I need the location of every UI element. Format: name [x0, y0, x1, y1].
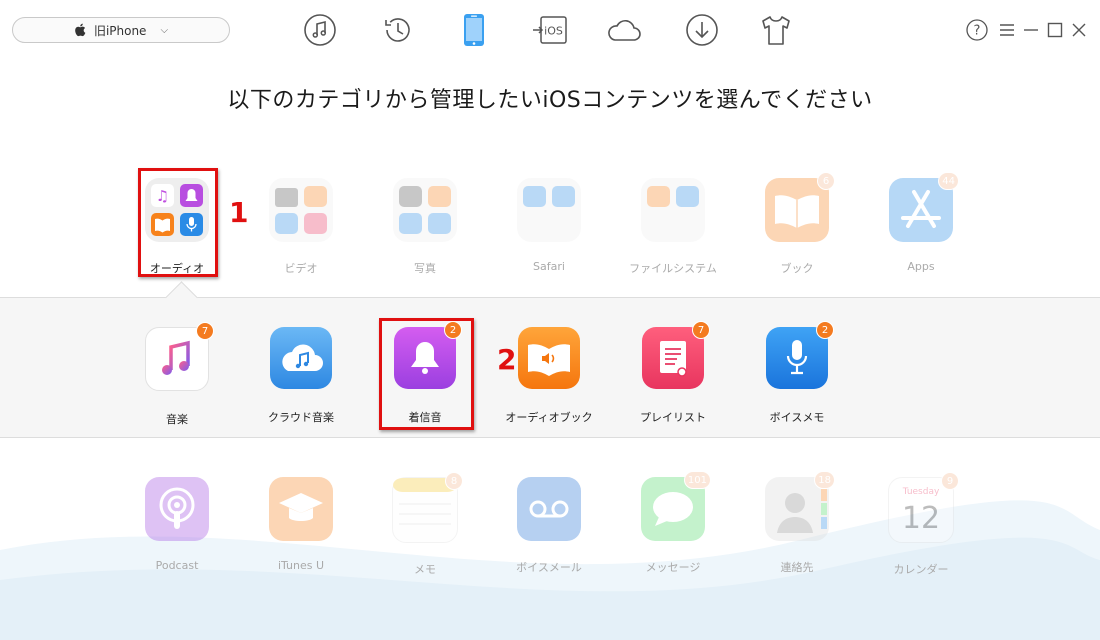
highlight-box-audio — [138, 168, 218, 277]
contacts-icon: 18 — [765, 471, 835, 541]
badge: 7 — [692, 321, 710, 339]
photos-category-icon — [393, 178, 457, 242]
badge: 8 — [445, 472, 463, 490]
badge: 2 — [816, 321, 834, 339]
audio-item-label: 音楽 — [166, 413, 188, 426]
category-label: ブック — [780, 262, 814, 275]
audio-item-voice-memos[interactable]: 2 ボイスメモ — [742, 321, 852, 425]
category-voicemail[interactable]: ボイスメール — [494, 477, 604, 575]
category-label: ボイスメール — [516, 561, 582, 574]
message-bubble-icon: 101 — [641, 471, 711, 541]
audio-item-playlists[interactable]: 7 プレイリスト — [618, 321, 728, 425]
svg-text:iOS: iOS — [544, 25, 563, 38]
svg-text:12: 12 — [902, 501, 940, 536]
svg-text:Tuesday: Tuesday — [902, 487, 940, 497]
menu-icon[interactable] — [998, 21, 1016, 39]
badge: 101 — [683, 471, 711, 489]
close-icon[interactable] — [1070, 21, 1088, 39]
ios-transfer-icon[interactable]: iOS — [532, 12, 568, 48]
tshirt-icon[interactable] — [758, 12, 794, 48]
iphone-icon[interactable] — [456, 12, 492, 48]
step-number-1: 1 — [229, 196, 249, 229]
help-icon[interactable]: ? — [966, 19, 988, 41]
icloud-icon[interactable] — [606, 12, 642, 48]
badge: 9 — [941, 472, 959, 490]
category-photos[interactable]: 写真 — [370, 178, 480, 276]
audiobook-icon — [518, 327, 580, 389]
history-icon[interactable] — [380, 12, 416, 48]
maximize-icon[interactable] — [1046, 21, 1064, 39]
music-app-icon: 7 — [145, 322, 214, 391]
category-contacts[interactable]: 18 連絡先 — [742, 471, 852, 575]
category-label: カレンダー — [893, 563, 949, 576]
category-label: ファイルシステム — [629, 262, 717, 275]
category-label: 写真 — [414, 262, 436, 275]
audio-item-label: オーディオブック — [505, 411, 593, 424]
category-video[interactable]: ビデオ — [246, 178, 356, 276]
podcast-icon — [145, 477, 209, 541]
cloud-music-icon — [270, 327, 332, 389]
highlight-box-ringtones — [379, 318, 474, 430]
badge: 18 — [814, 471, 835, 489]
category-label: Apps — [907, 260, 935, 273]
music-icon[interactable] — [302, 12, 338, 48]
category-messages[interactable]: 101 メッセージ — [618, 471, 728, 575]
category-label: Podcast — [155, 559, 199, 572]
category-notes[interactable]: 8 メモ — [370, 472, 480, 577]
category-label: メッセージ — [645, 561, 701, 574]
download-icon[interactable] — [684, 12, 720, 48]
category-itunes-u[interactable]: iTunes U — [246, 477, 356, 572]
calendar-icon: Tuesday 12 9 — [888, 472, 959, 543]
audio-item-label: ボイスメモ — [769, 411, 825, 424]
notes-icon: 8 — [392, 472, 463, 543]
video-category-icon — [269, 178, 333, 242]
app-store-category-icon: 44 — [889, 172, 959, 242]
category-label: Safari — [533, 260, 565, 273]
category-apps[interactable]: 44 Apps — [866, 172, 976, 273]
page-heading: 以下のカテゴリから管理したいiOSコンテンツを選んでください — [227, 88, 873, 113]
step-number-2: 2 — [497, 343, 517, 376]
category-label: iTunes U — [277, 559, 325, 572]
books-category-icon: 6 — [765, 172, 835, 242]
voicemail-icon — [517, 477, 581, 541]
safari-category-icon — [517, 178, 581, 242]
minimize-icon[interactable] — [1022, 21, 1040, 39]
category-file-system[interactable]: ファイルシステム — [618, 178, 728, 276]
graduation-cap-icon — [269, 477, 333, 541]
category-podcast[interactable]: Podcast — [122, 477, 232, 572]
audio-item-label: プレイリスト — [640, 411, 706, 424]
category-label: 連絡先 — [780, 561, 814, 574]
category-books[interactable]: 6 ブック — [742, 172, 852, 276]
top-toolbar: 旧iPhone ⌵ iOS ? — [0, 0, 1100, 64]
category-label: ビデオ — [284, 262, 318, 275]
audio-item-label: クラウド音楽 — [268, 411, 334, 424]
audio-item-cloud-music[interactable]: クラウド音楽 — [246, 327, 356, 425]
badge: 44 — [938, 172, 959, 190]
badge: 6 — [817, 172, 835, 190]
audio-item-audiobooks[interactable]: オーディオブック — [494, 327, 604, 425]
playlist-icon: 7 — [642, 321, 710, 389]
device-selector[interactable]: 旧iPhone ⌵ — [12, 17, 230, 43]
badge: 7 — [196, 322, 214, 340]
category-label: メモ — [414, 563, 436, 576]
device-name: 旧iPhone — [93, 23, 147, 38]
chevron-down-icon: ⌵ — [160, 24, 169, 36]
svg-text:?: ? — [974, 24, 981, 39]
category-safari[interactable]: Safari — [494, 178, 604, 273]
file-system-category-icon — [641, 178, 705, 242]
microphone-icon: 2 — [766, 321, 834, 389]
apple-icon — [75, 23, 86, 37]
category-calendar[interactable]: Tuesday 12 9 カレンダー — [866, 472, 976, 577]
audio-item-music[interactable]: 7 音楽 — [122, 322, 232, 427]
